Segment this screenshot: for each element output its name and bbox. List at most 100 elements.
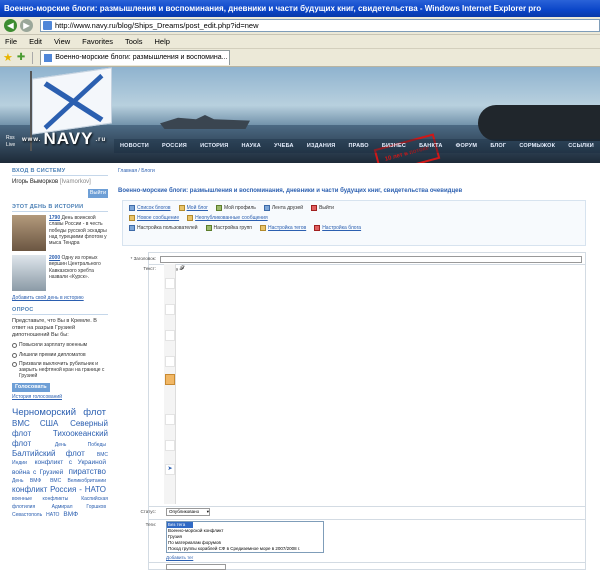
forward-arrow-icon[interactable]: ▶ (20, 19, 33, 32)
tag-link[interactable]: День ВМФ (12, 478, 41, 484)
editor-swatch[interactable] (165, 414, 175, 425)
tag-cloud: Черноморский флот ВМС США Северный флот … (12, 407, 108, 519)
menu-view[interactable]: View (54, 35, 70, 48)
logout-link[interactable]: Выйти (311, 205, 334, 211)
editor-swatch[interactable] (165, 356, 175, 367)
nav-publications[interactable]: ИЗДАНИЯ (307, 139, 336, 153)
site-logo[interactable]: www. NAVY .ru (20, 129, 108, 151)
main-content: Главная / Блоги Военно-морские блоги: ра… (118, 168, 600, 246)
history-item: 2000 Одну из горных вершин Центрального … (12, 255, 108, 291)
site-nav: НОВОСТИ РОССИЯ ИСТОРИЯ НАУКА УЧЕБА ИЗДАН… (114, 139, 600, 153)
poll-history-link[interactable]: История голосований (12, 394, 108, 400)
friends-feed-link[interactable]: Лента друзей (263, 205, 303, 211)
title-input[interactable] (160, 256, 582, 263)
arrow-icon[interactable]: ➤ (165, 464, 175, 475)
user-info: Игорь Выморков [Ivamorkov] (12, 179, 108, 185)
favorites-star-icon[interactable]: ★ (3, 51, 13, 64)
users-icon (129, 225, 135, 231)
poll-option[interactable]: Повысили зарплату военным (12, 342, 108, 349)
add-favorites-icon[interactable]: ✚ (17, 52, 25, 63)
tags-listbox[interactable]: Без тега Военно-морской конфликт Грузия … (166, 521, 324, 553)
editor-swatch[interactable] (165, 304, 175, 315)
radio-icon[interactable] (12, 352, 17, 358)
history-year-link[interactable]: 1790 (49, 215, 60, 221)
menu-favorites[interactable]: Favorites (82, 35, 113, 48)
add-history-link[interactable]: Добавить свой день в историю (12, 295, 108, 301)
tags-icon (260, 225, 267, 231)
my-profile-link[interactable]: Мой профиль (215, 205, 256, 211)
tag-link[interactable]: Черноморский флот (12, 407, 106, 418)
poll-option[interactable]: Лишили премии дипломатов (12, 352, 108, 358)
status-select[interactable]: Опубликовано ▾ (166, 508, 210, 516)
blog-settings-link[interactable]: Настройка блога (314, 225, 361, 231)
history-year-link[interactable]: 2000 (49, 255, 60, 261)
radio-icon[interactable] (12, 343, 17, 349)
exit-button[interactable]: Выйти (88, 189, 108, 198)
login-heading: ВХОД В СИСТЕМУ (12, 168, 108, 176)
menu-tools[interactable]: Tools (125, 35, 143, 48)
status-label: Статус: (140, 509, 156, 514)
font-icon[interactable]: 𝓕 (180, 266, 184, 272)
tab-current[interactable]: Военно-морские блоги: размышления и восп… (40, 50, 231, 65)
nav-science[interactable]: НАУКА (241, 139, 261, 153)
toolbar-row: Настройка пользователей Настройка групп … (123, 225, 585, 235)
tag-link[interactable]: Балтийский флот (12, 449, 85, 458)
nav-bank[interactable]: БАНКТА (419, 139, 442, 153)
feed-icon (263, 205, 270, 211)
tag-link[interactable]: пиратство (69, 467, 106, 476)
back-arrow-icon[interactable]: ◀ (4, 19, 17, 32)
nav-news[interactable]: НОВОСТИ (120, 139, 149, 153)
drafts-link[interactable]: Неопубликованные сообщения (187, 215, 268, 221)
nav-business[interactable]: БИЗНЕС (382, 139, 406, 153)
nav-links[interactable]: ССЫЛКИ (568, 139, 594, 153)
menu-file[interactable]: File (5, 35, 17, 48)
menu-edit[interactable]: Edit (29, 35, 42, 48)
tag-settings-link[interactable]: Настройка тегов (260, 225, 306, 231)
tag-link[interactable]: Севастополь (12, 512, 42, 518)
tag-link[interactable]: НАТО (46, 512, 59, 518)
history-heading: ЭТОТ ДЕНЬ В ИСТОРИИ (12, 204, 108, 212)
editor-swatch-selected[interactable] (165, 374, 175, 385)
tag-link[interactable]: военные конфликты (12, 496, 68, 502)
tag-link[interactable]: ВМФ (63, 511, 78, 518)
tag-link[interactable]: конфликт с Украиной (35, 459, 106, 466)
extra-input[interactable] (166, 564, 226, 570)
tag-link[interactable]: ВМС Великобритании (50, 478, 106, 484)
left-sidebar: ВХОД В СИСТЕМУ Игорь Выморков [Ivamorkov… (12, 168, 108, 519)
user-settings-link[interactable]: Настройка пользователей (129, 225, 198, 231)
nav-forum[interactable]: ФОРУМ (456, 139, 478, 153)
vote-button[interactable]: Голосовать (12, 382, 50, 392)
editor-swatch[interactable] (165, 330, 175, 341)
editor-swatch[interactable] (165, 278, 175, 289)
menu-help[interactable]: Help (155, 35, 170, 48)
history-text: 2000 Одну из горных вершин Центрального … (49, 255, 108, 291)
tag-link[interactable]: конфликт Россия - НАТО (12, 485, 106, 494)
nav-history[interactable]: ИСТОРИЯ (200, 139, 228, 153)
blog-list-link[interactable]: Список блогов (129, 205, 171, 211)
radio-icon[interactable] (12, 361, 17, 367)
my-blog-link[interactable]: Мой блог (178, 205, 208, 211)
group-settings-link[interactable]: Настройка групп (205, 225, 252, 231)
tag-link[interactable]: Адмирал Горшков (52, 504, 106, 510)
tag-option[interactable]: Поход группы кораблей СФ в Средиземное м… (167, 546, 323, 552)
nav-study[interactable]: УЧЕБА (274, 139, 294, 153)
url-input[interactable]: http://www.navy.ru/blog/Ships_Dreams/pos… (40, 19, 600, 32)
add-tag-link[interactable]: Добавить тег (166, 555, 193, 560)
history-text: 1790 День воинской славы России - в чест… (49, 215, 108, 251)
editor-swatch[interactable] (165, 440, 175, 451)
divider (148, 519, 586, 520)
nav-blog[interactable]: БЛОГ (490, 139, 506, 153)
tag-link[interactable]: война с Грузией (12, 469, 63, 476)
poll-option[interactable]: Призвали выключить рубильник и закрыть н… (12, 361, 108, 380)
nav-law[interactable]: ПРАВО (349, 139, 369, 153)
breadcrumb[interactable]: Главная / Блоги (118, 168, 600, 174)
tag-link[interactable]: ВМС США (12, 419, 58, 428)
profile-icon (215, 205, 222, 211)
nav-russia[interactable]: РОССИЯ (162, 139, 187, 153)
divider (32, 51, 34, 64)
logo-text: NAVY (43, 129, 94, 148)
nav-sormyzhok[interactable]: СОРМЫЖОК (519, 139, 555, 153)
new-post-icon (129, 215, 135, 221)
new-post-link[interactable]: Новое сообщение (129, 215, 179, 221)
tag-link[interactable]: День Победы (55, 442, 106, 448)
